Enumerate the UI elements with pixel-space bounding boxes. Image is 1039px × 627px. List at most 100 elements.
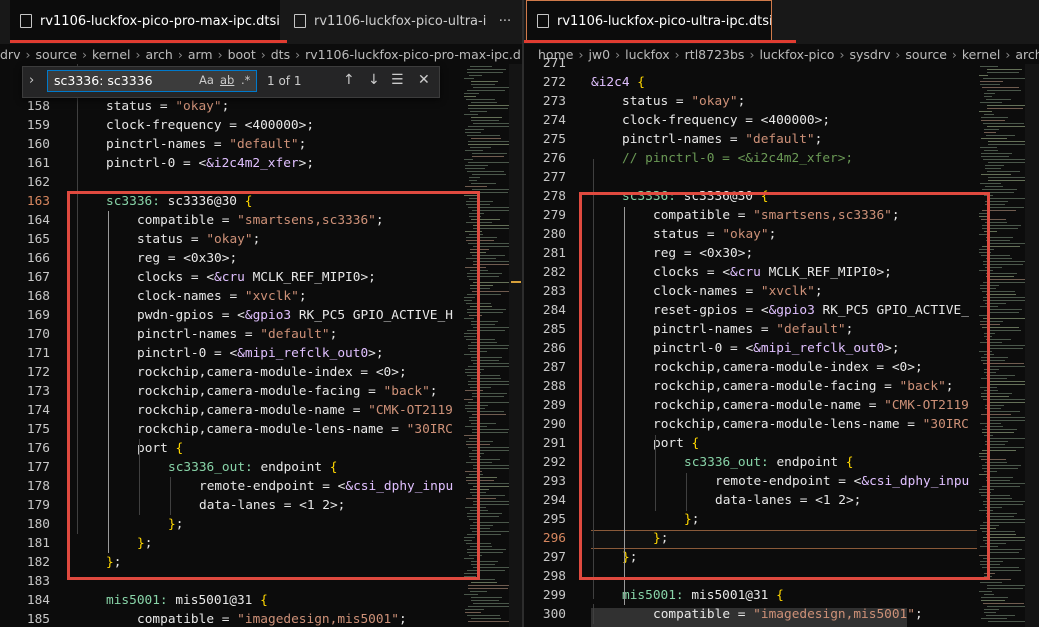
minimap-line	[983, 297, 1030, 298]
code-line[interactable]: 161 pinctrl-0 = <&i2c4m2_xfer>;	[0, 154, 523, 173]
highlight-box-right	[579, 192, 990, 580]
breadcrumb-item[interactable]: rv1106-luckfox-pico-pro-max-ipc.d	[305, 47, 521, 62]
line-number: 163	[26, 194, 50, 209]
minimap-line	[465, 129, 484, 130]
line-number: 169	[26, 308, 50, 323]
close-find-icon[interactable]: ✕	[418, 72, 430, 88]
code-text: pinctrl-0 = <&i2c4m2_xfer>;	[106, 156, 315, 171]
line-number: 160	[26, 137, 50, 152]
code-line[interactable]: 299 mis5001: mis5001@31 {	[524, 586, 1039, 605]
minimap-line	[986, 294, 1016, 295]
line-number: 161	[26, 156, 50, 171]
breadcrumb-item[interactable]: kernel	[92, 47, 131, 62]
code-line[interactable]: 158 status = "okay";	[0, 97, 523, 116]
breadcrumb-item[interactable]: drv	[0, 47, 20, 62]
minimap-line	[471, 597, 502, 598]
code-line[interactable]: 300 compatible = "imagedesign,mis5001";	[524, 605, 1039, 624]
code-text: clock-frequency = <400000>;	[106, 118, 315, 133]
scrollbar[interactable]	[509, 64, 523, 627]
line-number: 284	[542, 303, 566, 318]
minimap-line	[987, 171, 1020, 172]
tab-pro-max-ipc[interactable]: rv1106-luckfox-pico-pro-max-ipc.dtsi ✕	[10, 0, 280, 42]
minimap-line	[471, 582, 497, 583]
whole-word-icon[interactable]: ab	[220, 73, 234, 87]
breadcrumb-item[interactable]: dts	[271, 47, 290, 62]
minimap-line	[472, 153, 507, 154]
minimap-line	[987, 348, 1023, 349]
code-line[interactable]: 274 clock-frequency = <400000>;	[524, 111, 1039, 130]
minimap-line	[983, 78, 1029, 79]
minimap-line	[985, 165, 1004, 166]
previous-match-icon[interactable]: ↑	[343, 72, 355, 88]
breadcrumb-item[interactable]: arch	[146, 47, 173, 62]
minimap-line	[988, 243, 1029, 244]
code-line[interactable]: 273 status = "okay";	[524, 92, 1039, 111]
line-number: 179	[26, 498, 50, 513]
regex-icon[interactable]: .*	[241, 73, 250, 87]
toggle-replace-icon[interactable]: ›	[29, 73, 34, 88]
code-text: mis5001: mis5001@31 {	[622, 588, 784, 603]
match-case-icon[interactable]: Aa	[199, 73, 214, 87]
line-number: 184	[26, 593, 50, 608]
tab-annotation-underline	[10, 40, 287, 43]
line-number: 291	[542, 436, 566, 451]
minimap-line	[987, 108, 1023, 109]
left-tab-bar: rv1106-luckfox-pico-pro-max-ipc.dtsi ✕ r…	[0, 0, 523, 44]
breadcrumb-item[interactable]: source	[35, 47, 77, 62]
minimap-line	[464, 594, 478, 595]
breadcrumb-item[interactable]: arm	[188, 47, 213, 62]
minimap-line	[985, 168, 1001, 169]
minimap-line	[984, 594, 994, 595]
minimap-line	[981, 117, 1008, 118]
code-text: mis5001: mis5001@31 {	[106, 593, 268, 608]
minimap-line	[465, 165, 488, 166]
minimap-line	[984, 612, 996, 613]
code-line[interactable]: 276 // pinctrl-0 = <&i2c4m2_xfer>;	[524, 149, 1039, 168]
more-tabs-button[interactable]: ···	[490, 0, 520, 42]
minimap-line	[464, 114, 478, 115]
minimap-line	[984, 150, 998, 151]
minimap-line	[981, 156, 1009, 157]
minimap-line	[468, 606, 510, 607]
code-line[interactable]: 275 pinctrl-names = "default";	[524, 130, 1039, 149]
next-match-icon[interactable]: ↓	[368, 72, 380, 88]
line-number: 272	[542, 75, 566, 90]
line-number: 164	[26, 213, 50, 228]
minimap-line	[981, 600, 1005, 601]
minimap-line	[984, 132, 996, 133]
minimap-line	[464, 93, 479, 94]
line-number: 180	[26, 517, 50, 532]
right-editor-pane: rv1106-luckfox-pico-ultra-ipc.dtsi home ›…	[524, 0, 1039, 627]
minimap-line	[986, 375, 1015, 376]
breadcrumb-item[interactable]: boot	[228, 47, 256, 62]
minimap-line	[979, 591, 992, 592]
minimap-line	[988, 384, 1028, 385]
line-number: 300	[542, 607, 566, 622]
tab-ultra-ipc[interactable]: rv1106-luckfox-pico-ultra-ipc.dtsi	[526, 0, 772, 42]
minimap-line	[471, 120, 499, 121]
minimap-line	[468, 105, 511, 106]
minimap-line	[471, 138, 501, 139]
code-line[interactable]: 162	[0, 173, 523, 192]
line-number: 177	[26, 460, 50, 475]
minimap-line	[980, 81, 1003, 82]
code-line[interactable]: 272 &i2c4 {	[524, 73, 1039, 92]
code-line[interactable]: 159 clock-frequency = <400000>;	[0, 116, 523, 135]
scrollbar[interactable]	[1025, 64, 1039, 627]
minimap-line	[467, 72, 503, 73]
minimap-line	[472, 156, 504, 157]
minimap-line	[468, 108, 508, 109]
minimap-line	[983, 537, 1030, 538]
minimap-line	[980, 147, 997, 148]
code-line[interactable]: 185 compatible = "imagedesign,mis5001";	[0, 610, 523, 627]
code-line[interactable]: 184 mis5001: mis5001@31 {	[0, 591, 523, 610]
minimap-line	[468, 126, 510, 127]
minimap-line	[986, 237, 1013, 238]
code-line[interactable]: 277	[524, 168, 1039, 187]
line-number: 168	[26, 289, 50, 304]
code-line[interactable]: 160 pinctrl-names = "default";	[0, 135, 523, 154]
minimap-line	[979, 75, 988, 76]
find-in-selection-icon[interactable]: ☰	[391, 72, 404, 88]
tab-ultra-ipc-inactive[interactable]: rv1106-luckfox-pico-ultra-ipc.	[284, 0, 486, 42]
code-line[interactable]: 271	[524, 54, 1039, 73]
